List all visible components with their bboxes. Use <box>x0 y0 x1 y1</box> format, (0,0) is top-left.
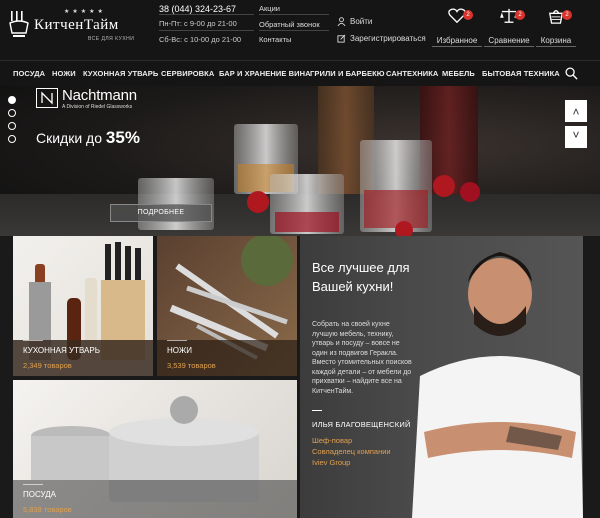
category-label: НОЖИ <box>167 346 192 355</box>
chef-role: Шеф-повар <box>312 436 353 445</box>
search-icon[interactable] <box>565 67 578 80</box>
nav-item-appliances[interactable]: БЫТОВАЯ ТЕХНИКА <box>482 69 560 78</box>
nav-item-plumbing[interactable]: САНТЕХНИКА <box>386 69 438 78</box>
user-icon <box>337 17 346 27</box>
logo-name: КитченТайм <box>34 17 119 33</box>
compare-button[interactable]: 2 Сравнение <box>484 8 534 47</box>
brand-mark <box>36 88 58 108</box>
register-link[interactable]: Зарегистрироваться <box>337 34 426 43</box>
register-label: Зарегистрироваться <box>350 34 426 43</box>
nav-item-cookware[interactable]: ПОСУДА <box>13 69 45 78</box>
promo-description: Собрать на своей кухне лучшую мебель, те… <box>312 321 412 395</box>
promotions-link[interactable]: Акции <box>259 4 280 13</box>
main-nav: ПОСУДА НОЖИ КУХОННАЯ УТВАРЬ СЕРВИРОВКА Б… <box>0 60 600 86</box>
nav-item-utensils[interactable]: КУХОННАЯ УТВАРЬ <box>83 69 158 78</box>
divider <box>23 484 43 485</box>
slider-dot[interactable] <box>8 96 16 104</box>
contacts-link[interactable]: Контакты <box>259 35 291 44</box>
knives-image <box>157 236 297 376</box>
hours-weekend: Сб-Вс: с 10-00 до 21-00 <box>159 35 242 44</box>
chef-promo-panel: Все лучшее для Вашей кухни! Собрать на с… <box>300 236 583 518</box>
login-link[interactable]: Войти <box>337 17 373 27</box>
nachtmann-n-icon <box>41 91 53 105</box>
divider <box>159 30 254 31</box>
slider-dot[interactable] <box>8 109 16 117</box>
cart-button[interactable]: 2 Корзина <box>536 8 576 47</box>
utensils-image <box>13 242 153 376</box>
divider <box>259 14 329 15</box>
promo-value: 35% <box>105 128 140 147</box>
site-header: ★★★★★ КитченТайм ВСЕ ДЛЯ КУХНИ 38 (044) … <box>0 0 600 60</box>
nav-item-serving[interactable]: СЕРВИРОВКА <box>161 69 214 78</box>
nav-item-furniture[interactable]: МЕБЕЛЬ <box>442 69 475 78</box>
cart-label: Корзина <box>536 36 576 47</box>
category-card-knives[interactable]: НОЖИ 3,539 товаров <box>157 236 297 376</box>
login-label: Войти <box>350 17 373 26</box>
chef-role: Совладелец компании <box>312 447 391 456</box>
site-logo[interactable]: ★★★★★ КитченТайм ВСЕ ДЛЯ КУХНИ <box>8 8 158 44</box>
category-count: 5,838 товаров <box>23 505 72 514</box>
nav-item-bar[interactable]: БАР И ХРАНЕНИЕ ВИНА <box>219 69 311 78</box>
category-card-cookware[interactable]: ПОСУДА 5,838 товаров <box>13 380 297 518</box>
favorites-button[interactable]: 2 Избранное <box>432 8 482 47</box>
category-count: 2,349 товаров <box>23 361 72 370</box>
phone-number[interactable]: 38 (044) 324-23-67 <box>159 4 236 14</box>
slider-dot[interactable] <box>8 135 16 143</box>
chevron-down-icon: ˅ <box>572 128 580 142</box>
favorites-label: Избранное <box>432 36 482 47</box>
nav-item-grills[interactable]: ГРИЛИ И БАРБЕКЮ <box>310 69 385 78</box>
divider <box>259 30 329 31</box>
callback-link[interactable]: Обратный звонок <box>259 20 320 29</box>
divider <box>167 340 187 341</box>
promo-title: Все лучшее для Вашей кухни! <box>312 260 410 294</box>
more-button[interactable]: ПОДРОБНЕЕ <box>110 204 212 222</box>
slider-dots <box>8 96 16 148</box>
promo-headline: Скидки до 35% <box>36 128 140 148</box>
category-label: ПОСУДА <box>23 490 56 499</box>
cart-count-badge: 2 <box>562 10 572 20</box>
compare-label: Сравнение <box>484 36 534 47</box>
compare-count-badge: 2 <box>515 10 525 20</box>
slider-down-button[interactable]: ˅ <box>565 126 587 148</box>
favorites-count-badge: 2 <box>463 10 473 20</box>
chef-name: ИЛЬЯ БЛАГОВЕЩЕНСКИЙ <box>312 420 411 429</box>
slider-up-button[interactable]: ˄ <box>565 100 587 122</box>
edit-icon <box>337 34 346 43</box>
chevron-up-icon: ˄ <box>572 105 580 119</box>
nav-item-knives[interactable]: НОЖИ <box>52 69 76 78</box>
chef-role: Iviev Group <box>312 458 351 467</box>
divider <box>312 410 322 411</box>
logo-tagline: ВСЕ ДЛЯ КУХНИ <box>88 36 135 42</box>
divider <box>23 340 43 341</box>
hero-banner: Nachtmann A Division of Riedel Glasswork… <box>0 86 600 236</box>
category-card-utensils[interactable]: КУХОННАЯ УТВАРЬ 2,349 товаров <box>13 236 153 376</box>
brand-subtitle: A Division of Riedel Glassworks <box>62 104 133 110</box>
promo-text: Скидки до <box>36 130 106 146</box>
hours-weekday: Пн-Пт: с 9-00 до 21-00 <box>159 19 237 28</box>
divider <box>159 14 254 15</box>
brand-name: Nachtmann <box>62 87 137 104</box>
chef-hat-icon <box>9 11 29 37</box>
logo-stars: ★★★★★ <box>64 9 106 15</box>
slider-dot[interactable] <box>8 122 16 130</box>
category-label: КУХОННАЯ УТВАРЬ <box>23 346 100 355</box>
category-count: 3,539 товаров <box>167 361 216 370</box>
